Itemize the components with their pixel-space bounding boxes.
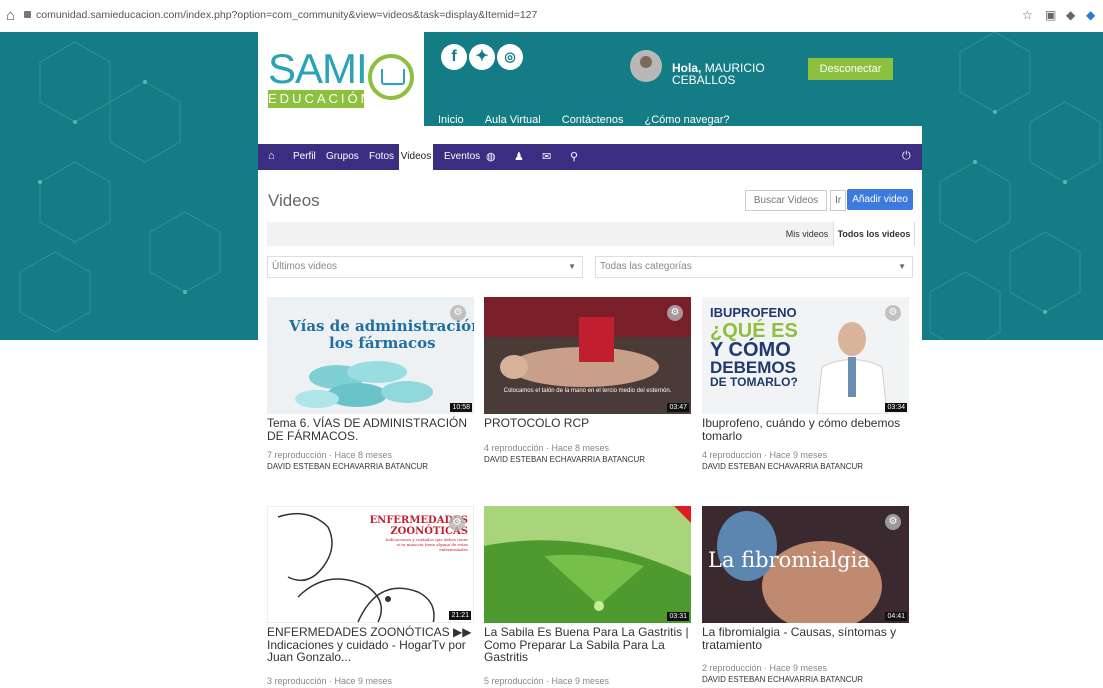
gear-icon[interactable]: ⚙ [449, 515, 465, 531]
video-card[interactable]: IBUPROFENO ¿QUÉ ES Y CÓMO DEBEMOS DE TOM… [702, 297, 909, 471]
video-meta: 7 reproducción · Hace 8 meses [267, 450, 393, 460]
pills-illustration [295, 361, 433, 408]
filter-bar: Mis videos Todos los videos [267, 222, 915, 246]
address-url[interactable]: comunidad.samieducacion.com/index.php?op… [36, 9, 537, 21]
video-meta: 3 reproducción · Hace 9 meses [267, 675, 393, 686]
twitter-icon[interactable]: ✦ [469, 44, 495, 70]
tab-all-videos[interactable]: Todos los videos [833, 222, 915, 246]
doctor-illustration [816, 322, 888, 414]
user-greeting: Hola, MAURICIO CEBALLOS [672, 62, 765, 86]
book-icon [368, 54, 414, 100]
search-icon[interactable]: ⚲ [570, 150, 578, 163]
video-thumbnail[interactable]: Vías de administración de los fármacos ⚙… [267, 297, 474, 414]
avatar[interactable] [630, 50, 662, 82]
extension-icon[interactable]: ▣ [1045, 8, 1056, 22]
thumb-caption: Colocamos el talón de la mano en el terc… [503, 388, 672, 394]
page-title: Videos [268, 191, 320, 210]
video-title[interactable]: La Sabila Es Buena Para La Gastritis | C… [484, 626, 691, 664]
cpr-illustration [484, 297, 691, 414]
video-duration: 04:41 [885, 612, 907, 621]
video-thumbnail[interactable]: IBUPROFENO ¿QUÉ ES Y CÓMO DEBEMOS DE TOM… [702, 297, 909, 414]
nav-contactenos[interactable]: Contáctenos [562, 114, 624, 128]
instagram-icon[interactable]: ◎ [497, 44, 523, 70]
video-title[interactable]: Ibuprofeno, cuándo y cómo debemos tomarl… [702, 417, 909, 442]
disconnect-button[interactable]: Desconectar [808, 58, 893, 80]
facebook-icon[interactable]: f [441, 44, 467, 70]
search-input[interactable] [745, 190, 827, 211]
tab-grupos[interactable]: Grupos [326, 151, 359, 162]
video-author[interactable]: DAVID ESTEBAN ECHAVARRIA BATANCUR [484, 455, 691, 464]
video-duration: 03:31 [667, 612, 689, 621]
category-select[interactable]: Todas las categorías ▼ [595, 256, 913, 278]
site-header: SAMI EDUCACIÓN f ✦ ◎ Hola, MAURICIO CEBA… [258, 32, 922, 126]
logo-text: SAMI [268, 45, 368, 92]
category-select-value: Todas las categorías [600, 261, 692, 272]
video-title[interactable]: PROTOCOLO RCP [484, 417, 691, 430]
video-thumbnail[interactable]: Colocamos el talón de la mano en el terc… [484, 297, 691, 414]
thumb-title: La fibromialgia [708, 548, 870, 572]
user-surname: CEBALLOS [672, 73, 736, 87]
video-title[interactable]: ENFERMEDADES ZOONÓTICAS ▶▶ Indicaciones … [267, 626, 474, 664]
extension-icon[interactable]: ◆ [1086, 8, 1095, 22]
sort-select[interactable]: Últimos videos ▼ [267, 256, 583, 278]
video-author[interactable]: DAVID ESTEBAN ECHAVARRIA BATANCUR [267, 462, 474, 471]
community-nav: ⌂ Perfil Grupos Fotos Videos Eventos ◍ ♟… [258, 144, 922, 170]
gear-icon[interactable]: ⚙ [667, 305, 683, 321]
video-card[interactable]: La fibromialgia ⚙ 04:41 La fibromialgia … [702, 506, 909, 684]
chevron-down-icon: ▼ [898, 262, 906, 271]
mail-icon[interactable]: ✉ [542, 150, 551, 163]
video-meta: 5 reproducción · Hace 9 meses [484, 675, 610, 686]
tab-fotos[interactable]: Fotos [369, 151, 394, 162]
home-icon[interactable]: ⌂ [268, 150, 275, 162]
video-duration: 10:58 [450, 403, 472, 412]
search-go-button[interactable]: Ir [830, 190, 846, 211]
gear-icon[interactable]: ⚙ [885, 514, 901, 530]
aloe-illustration [484, 506, 691, 623]
video-card[interactable]: Vías de administración de los fármacos ⚙… [267, 297, 474, 471]
main-nav: Inicio Aula Virtual Contáctenos ¿Cómo na… [438, 114, 751, 128]
tab-perfil[interactable]: Perfil [293, 151, 316, 162]
site-logo[interactable]: SAMI EDUCACIÓN [258, 32, 424, 126]
video-author[interactable]: DAVID ESTEBAN ECHAVARRIA BATANCUR [702, 462, 909, 471]
video-meta: 4 reproducción · Hace 8 meses [484, 442, 610, 453]
video-card[interactable]: 03:31 La Sabila Es Buena Para La Gastrit… [484, 506, 691, 686]
video-thumbnail[interactable]: ENFERMEDADES ZOONÓTICAS Indicaciones y c… [267, 506, 474, 623]
logo-subtext: EDUCACIÓN [268, 90, 374, 108]
user-icon[interactable]: ♟ [514, 150, 524, 163]
video-title[interactable]: Tema 6. VÍAS DE ADMINISTRACIÓN DE FÁRMAC… [267, 417, 474, 442]
globe-icon[interactable]: ◍ [486, 150, 496, 163]
star-icon[interactable]: ☆ [1022, 8, 1033, 22]
chevron-down-icon: ▼ [568, 262, 576, 271]
nav-aula-virtual[interactable]: Aula Virtual [485, 114, 541, 128]
sort-select-value: Últimos videos [272, 261, 338, 272]
video-meta: 2 reproducción · Hace 9 meses [702, 663, 828, 673]
video-card[interactable]: Colocamos el talón de la mano en el terc… [484, 297, 691, 464]
lock-icon [24, 11, 31, 18]
tab-videos[interactable]: Videos [399, 144, 433, 170]
power-icon[interactable]: ⏻ [902, 150, 911, 163]
nav-como-navegar[interactable]: ¿Cómo navegar? [645, 114, 730, 128]
extension-icon[interactable]: ◆ [1066, 8, 1075, 22]
add-video-button[interactable]: Añadir video [847, 189, 913, 210]
video-meta: 4 reproducción · Hace 9 meses [702, 450, 828, 460]
tab-my-videos[interactable]: Mis videos [783, 222, 831, 246]
tab-eventos[interactable]: Eventos [444, 151, 480, 162]
video-title[interactable]: La fibromialgia - Causas, síntomas y tra… [702, 626, 909, 651]
video-thumbnail[interactable]: 03:31 [484, 506, 691, 623]
nav-inicio[interactable]: Inicio [438, 114, 464, 128]
video-card[interactable]: ENFERMEDADES ZOONÓTICAS Indicaciones y c… [267, 506, 474, 686]
home-icon[interactable]: ⌂ [6, 7, 15, 24]
thumb-line: enfermedades [439, 547, 468, 552]
gear-icon[interactable]: ⚙ [885, 305, 901, 321]
gear-icon[interactable]: ⚙ [450, 305, 466, 321]
video-author[interactable]: DAVID ESTEBAN ECHAVARRIA BATANCUR [702, 675, 909, 684]
video-duration: 03:34 [885, 403, 907, 412]
video-duration: 03:47 [667, 403, 689, 412]
browser-address-bar: ⌂ comunidad.samieducacion.com/index.php?… [0, 0, 1103, 33]
video-duration: 21:21 [449, 611, 471, 620]
video-thumbnail[interactable]: La fibromialgia ⚙ 04:41 [702, 506, 909, 623]
